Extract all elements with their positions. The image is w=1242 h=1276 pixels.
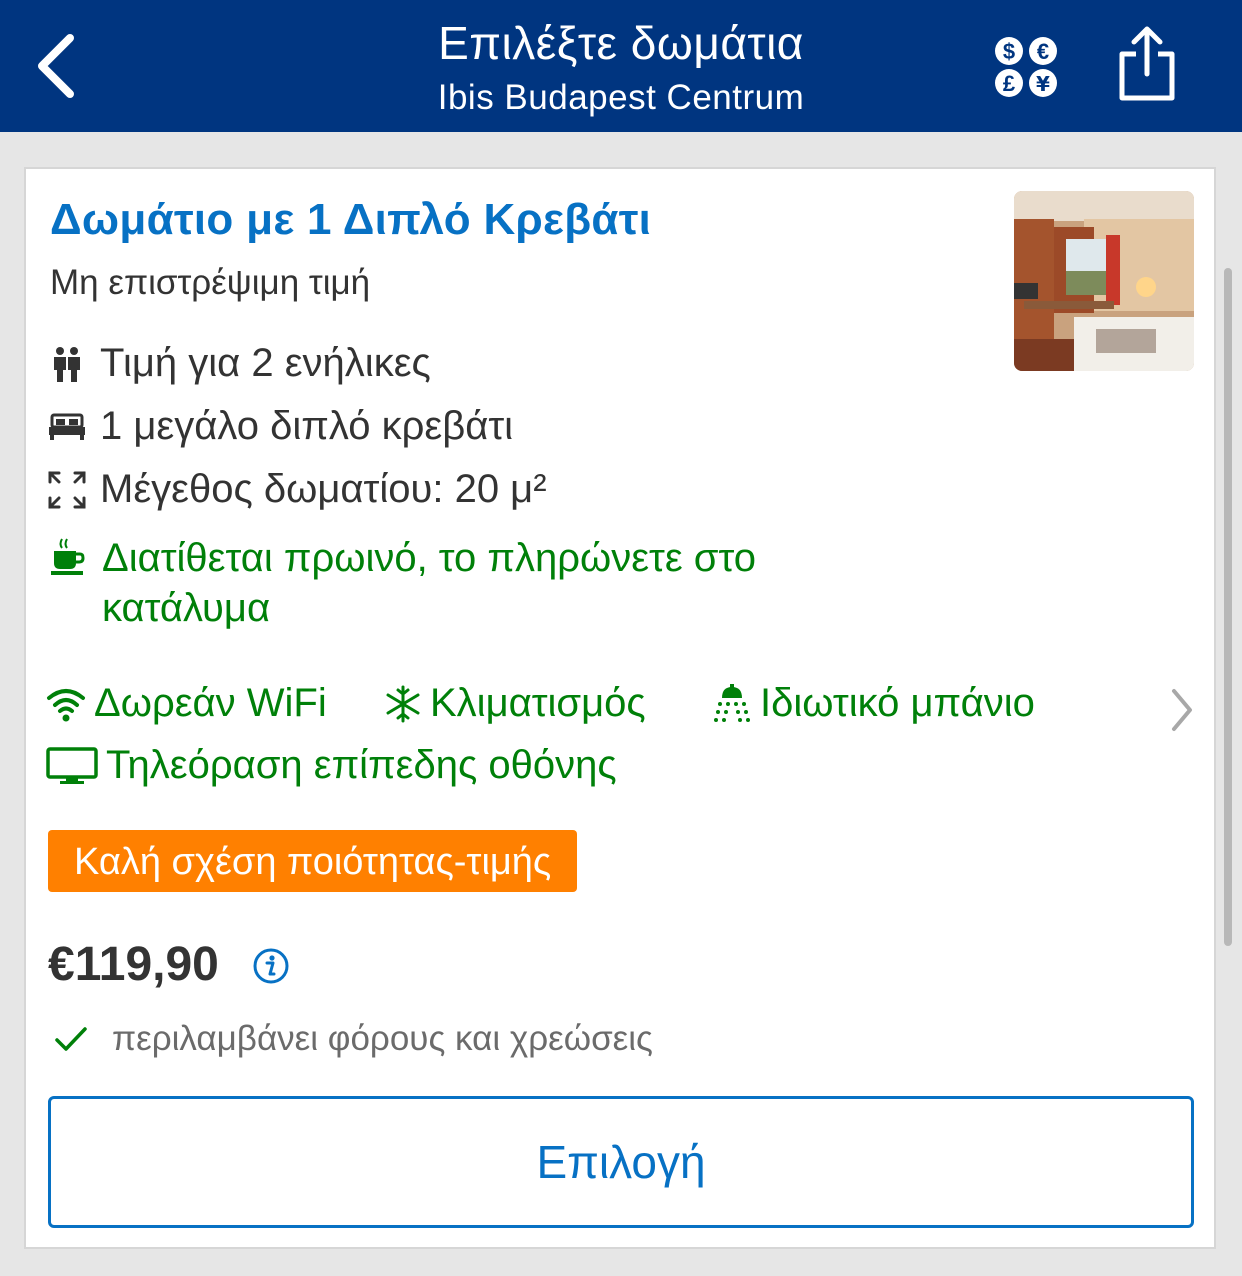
breakfast-text: Διατίθεται πρωινό, το πληρώνετε στο κατά… [102, 536, 756, 630]
info-icon[interactable] [252, 947, 290, 985]
app-header: Επιλέξτε δωμάτια Ibis Budapest Centrum $… [0, 0, 1242, 132]
bed-text: 1 μεγάλο διπλό κρεβάτι [100, 404, 514, 448]
room-photo[interactable] [1014, 191, 1194, 371]
snowflake-icon [384, 685, 422, 723]
svg-text:¥: ¥ [1036, 72, 1050, 96]
facility-ac: Κλιματισμός [384, 681, 646, 726]
facility-label: Κλιματισμός [430, 681, 646, 725]
facility-label: Τηλεόραση επίπεδης οθόνης [106, 743, 617, 787]
room-title[interactable]: Δωμάτιο με 1 Διπλό Κρεβάτι [50, 195, 651, 245]
facility-wifi: Δωρεάν WiFi [46, 681, 327, 726]
breakfast-row: Διατίθεται πρωινό, το πληρώνετε στο κατά… [46, 533, 802, 633]
facility-label: Ιδιωτικό μπάνιο [760, 681, 1035, 725]
svg-text:€: € [1037, 39, 1049, 64]
share-button[interactable] [1112, 24, 1182, 104]
facility-bathroom: Ιδιωτικό μπάνιο [712, 681, 1035, 726]
rate-type: Μη επιστρέψιμη τιμή [50, 263, 371, 302]
checkmark-icon [54, 1024, 88, 1054]
share-icon [1119, 26, 1175, 101]
facility-label: Δωρεάν WiFi [94, 681, 327, 725]
shower-icon [712, 683, 752, 724]
bed-row: 1 μεγάλο διπλό κρεβάτι [46, 404, 513, 449]
bed-icon [46, 406, 88, 448]
occupancy-text: Τιμή για 2 ενήλικες [100, 341, 431, 385]
svg-text:$: $ [1003, 39, 1015, 64]
tv-icon [46, 746, 98, 785]
facility-tv: Τηλεόραση επίπεδης οθόνης [46, 743, 617, 788]
more-facilities-button[interactable] [1166, 685, 1196, 735]
scrollbar[interactable] [1224, 268, 1232, 946]
people-icon [46, 343, 88, 385]
occupancy-row: Τιμή για 2 ενήλικες [46, 341, 431, 386]
coffee-cup-icon [50, 537, 86, 577]
currency-button[interactable]: $ € £ ¥ [992, 36, 1060, 98]
currency-icon: $ € £ ¥ [995, 37, 1057, 97]
price: €119,90 [48, 938, 219, 991]
size-text: Μέγεθος δωματίου: 20 μ² [100, 467, 547, 511]
room-card: Δωμάτιο με 1 Διπλό Κρεβάτι Μη επιστρέψιμ… [24, 167, 1216, 1249]
wifi-icon [46, 686, 86, 722]
expand-icon [46, 469, 88, 511]
chevron-right-icon [1172, 689, 1192, 731]
value-badge: Καλή σχέση ποιότητας-τιμής [48, 830, 578, 892]
size-row: Μέγεθος δωματίου: 20 μ² [46, 467, 547, 512]
svg-text:£: £ [1003, 71, 1016, 96]
select-button[interactable]: Επιλογή [48, 1096, 1194, 1228]
taxes-note: περιλαμβάνει φόρους και χρεώσεις [112, 1019, 653, 1058]
taxes-note-row: περιλαμβάνει φόρους και χρεώσεις [54, 1019, 653, 1059]
